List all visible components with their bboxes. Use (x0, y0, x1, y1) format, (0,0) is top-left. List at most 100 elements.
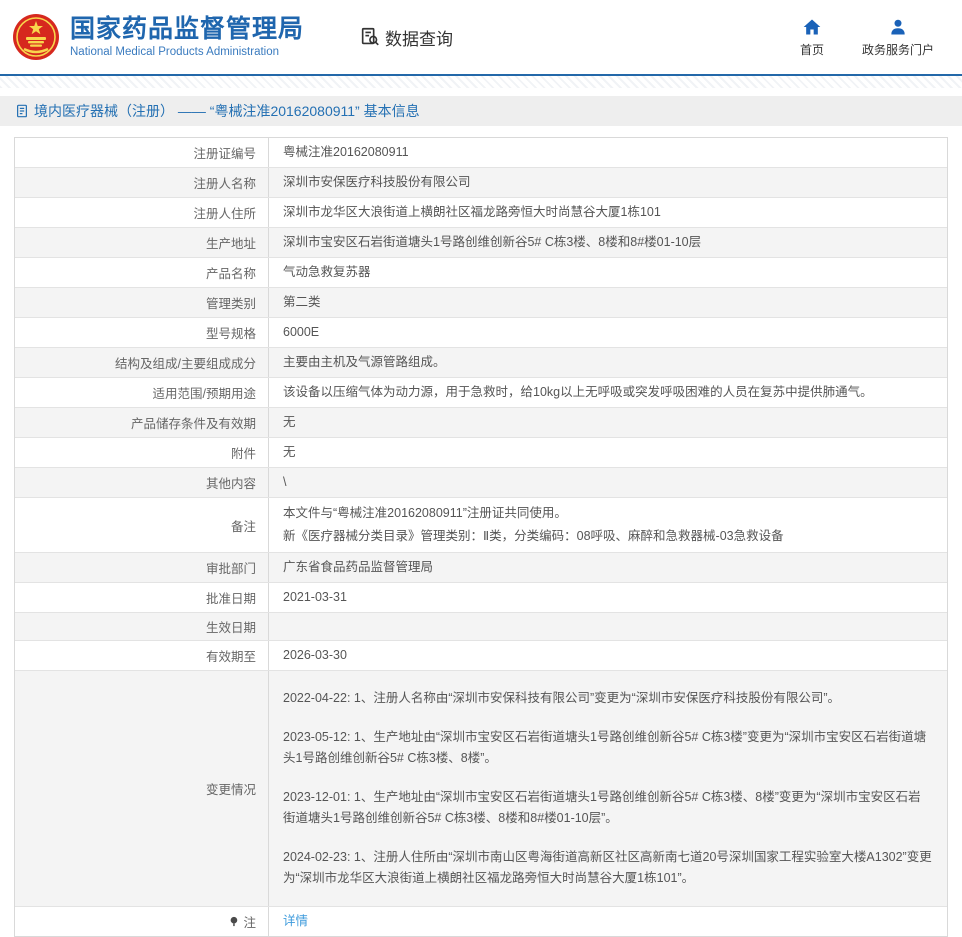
row-value-text: 2026-03-30 (283, 648, 347, 662)
row-label: 注册人名称 (15, 168, 269, 197)
row-value-text: 无 (283, 445, 296, 459)
row-label-text: 注 (243, 916, 256, 930)
row-value-text: 深圳市安保医疗科技股份有限公司 (283, 175, 471, 189)
table-row: 其他内容 \ (15, 468, 947, 498)
row-value-text: 无 (283, 415, 296, 429)
national-emblem-logo (12, 13, 60, 61)
nav-data-query[interactable]: 数据查询 (359, 25, 453, 50)
data-query-label: 数据查询 (385, 29, 454, 49)
info-table: 注册证编号 粤械注准20162080911 注册人名称 深圳市安保医疗科技股份有限公司… (14, 137, 948, 937)
data-query-icon (359, 26, 381, 48)
row-label: 适用范围/预期用途 (15, 378, 269, 407)
row-label-text: 产品名称 (205, 267, 256, 281)
row-label: 批准日期 (15, 583, 269, 612)
table-row: 批准日期 2021-03-31 (15, 583, 947, 613)
value-paragraph: 2023-05-12: 1、生产地址由“深圳市宝安区石岩街道塘头1号路创维创新谷… (283, 730, 927, 765)
nav-gov-portal[interactable]: 政务服务门户 (862, 17, 934, 58)
row-label: 有效期至 (15, 641, 269, 670)
table-row: 适用范围/预期用途 该设备以压缩气体为动力源，用于急救时，给10kg以上无呼吸或突… (15, 378, 947, 408)
row-label-text: 适用范围/预期用途 (152, 387, 256, 401)
row-label-text: 其他内容 (205, 477, 256, 491)
gov-portal-label: 政务服务门户 (861, 42, 934, 57)
row-label: 注册证编号 (15, 138, 269, 167)
row-value-text: 深圳市宝安区石岩街道塘头1号路创维创新谷5# C栋3楼、8楼和8#楼01-10层 (283, 235, 702, 249)
page-title: 境内医疗器械（注册） —— “粤械注准20162080911” 基本信息 (34, 103, 420, 119)
row-label-text: 管理类别 (205, 297, 256, 311)
table-row: 变更情况 2022-04-22: 1、注册人名称由“深圳市安保科技有限公司”变更为… (15, 671, 947, 907)
row-label: 备注 (15, 498, 269, 552)
row-value: 粤械注准20162080911 (269, 138, 947, 167)
row-label-text: 结构及组成/主要组成成分 (115, 357, 256, 371)
row-label: 变更情况 (15, 671, 269, 906)
row-label: 产品储存条件及有效期 (15, 408, 269, 437)
page-title-bar: 境内医疗器械（注册） —— “粤械注准20162080911” 基本信息 (0, 96, 962, 126)
nav-home[interactable]: 首页 (800, 17, 824, 58)
row-value-text: \ (283, 475, 287, 489)
row-value: 6000E (269, 318, 947, 347)
table-row: 注 详情 (15, 907, 947, 936)
row-value: 气动急救复苏器 (269, 258, 947, 287)
value-paragraph: 2022-04-22: 1、注册人名称由“深圳市安保科技有限公司”变更为“深圳市… (283, 691, 840, 705)
top-right-nav: 首页 政务服务门户 (800, 17, 934, 58)
row-label: 生产地址 (15, 228, 269, 257)
agency-title-block: 国家药品监督管理局 National Medical Products Admi… (70, 15, 304, 59)
site-header: 国家药品监督管理局 National Medical Products Admi… (0, 0, 962, 76)
row-label: 附件 (15, 438, 269, 467)
row-value (269, 613, 947, 640)
row-label: 生效日期 (15, 613, 269, 640)
table-row: 附件 无 (15, 438, 947, 468)
table-row: 结构及组成/主要组成成分 主要由主机及气源管路组成。 (15, 348, 947, 378)
row-label: 管理类别 (15, 288, 269, 317)
row-label-text: 有效期至 (205, 650, 256, 664)
row-value: \ (269, 468, 947, 497)
table-row: 注册人住所 深圳市龙华区大浪街道上横朗社区福龙路旁恒大时尚慧谷大厦1栋101 (15, 198, 947, 228)
table-row: 注册人名称 深圳市安保医疗科技股份有限公司 (15, 168, 947, 198)
row-label-text: 备注 (230, 519, 256, 534)
agency-name-zh: 国家药品监督管理局 (70, 15, 305, 44)
home-icon (802, 17, 822, 37)
table-row: 备注 本文件与“粤械注准20162080911”注册证共同使用。新《医疗器械分类目… (15, 498, 947, 553)
value-paragraph: 本文件与“粤械注准20162080911”注册证共同使用。 (283, 506, 567, 520)
row-value-text: 该设备以压缩气体为动力源，用于急救时，给10kg以上无呼吸或突发呼吸困难的人员在… (283, 385, 873, 399)
decorative-stripe-band (0, 76, 962, 88)
row-value: 主要由主机及气源管路组成。 (269, 348, 947, 377)
value-paragraph: 新《医疗器械分类目录》管理类别：Ⅱ类，分类编码：08呼吸、麻醉和急救器械-03急… (283, 529, 784, 543)
home-label: 首页 (799, 42, 824, 57)
table-row: 有效期至 2026-03-30 (15, 641, 947, 671)
row-value: 该设备以压缩气体为动力源，用于急救时，给10kg以上无呼吸或突发呼吸困难的人员在… (269, 378, 947, 407)
table-row: 生产地址 深圳市宝安区石岩街道塘头1号路创维创新谷5# C栋3楼、8楼和8#楼01… (15, 228, 947, 258)
row-value-text: 2021-03-31 (283, 590, 347, 604)
row-label-text: 注册人住所 (193, 207, 256, 221)
table-row: 产品储存条件及有效期 无 (15, 408, 947, 438)
user-icon (888, 17, 908, 37)
row-value: 2026-03-30 (269, 641, 947, 670)
row-label-text: 产品储存条件及有效期 (130, 417, 256, 431)
table-row: 生效日期 (15, 613, 947, 641)
row-label: 注册人住所 (15, 198, 269, 227)
row-value: 深圳市宝安区石岩街道塘头1号路创维创新谷5# C栋3楼、8楼和8#楼01-10层 (269, 228, 947, 257)
row-label-text: 批准日期 (205, 592, 256, 606)
table-row: 审批部门 广东省食品药品监督管理局 (15, 553, 947, 583)
value-paragraph: 2024-02-23: 1、注册人住所由“深圳市南山区粤海街道高新区社区高新南七… (283, 850, 932, 885)
row-label-text: 型号规格 (205, 327, 256, 341)
detail-link[interactable]: 详情 (283, 911, 933, 932)
row-value: 2022-04-22: 1、注册人名称由“深圳市安保科技有限公司”变更为“深圳市… (269, 671, 947, 906)
table-row: 产品名称 气动急救复苏器 (15, 258, 947, 288)
row-value: 第二类 (269, 288, 947, 317)
row-label: 审批部门 (15, 553, 269, 582)
table-row: 注册证编号 粤械注准20162080911 (15, 138, 947, 168)
value-paragraph: 2023-12-01: 1、生产地址由“深圳市宝安区石岩街道塘头1号路创维创新谷… (283, 790, 921, 825)
table-row: 管理类别 第二类 (15, 288, 947, 318)
row-label-text: 变更情况 (205, 783, 256, 797)
row-value-text: 6000E (283, 325, 320, 339)
row-value: 2021-03-31 (269, 583, 947, 612)
row-value: 深圳市安保医疗科技股份有限公司 (269, 168, 947, 197)
row-label-text: 附件 (230, 447, 256, 461)
agency-name-en: National Medical Products Administration (70, 45, 280, 58)
row-value: 无 (269, 438, 947, 467)
row-value-text: 深圳市龙华区大浪街道上横朗社区福龙路旁恒大时尚慧谷大厦1栋101 (283, 205, 661, 219)
row-value-text: 主要由主机及气源管路组成。 (283, 355, 446, 369)
row-label-text: 审批部门 (205, 562, 256, 576)
row-value-text: 第二类 (283, 295, 321, 309)
row-label: 结构及组成/主要组成成分 (15, 348, 269, 377)
